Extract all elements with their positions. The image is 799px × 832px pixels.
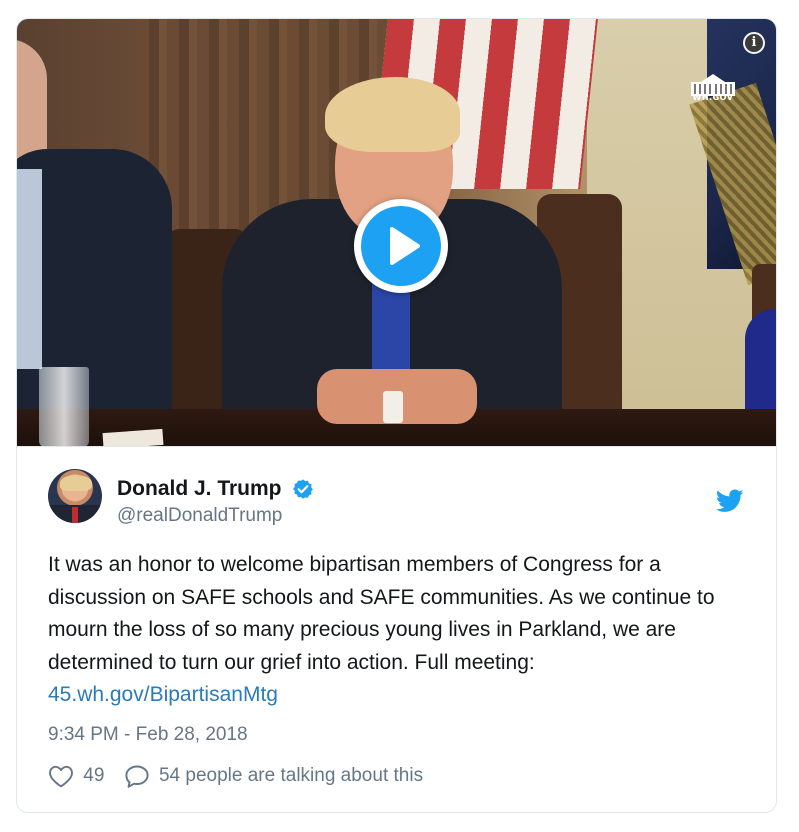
wh-gov-watermark: WH.GOV bbox=[692, 93, 734, 102]
verified-badge-icon bbox=[293, 479, 313, 499]
speech-bubble-icon bbox=[125, 765, 149, 788]
author-name[interactable]: Donald J. Trump bbox=[117, 477, 282, 501]
avatar-hair bbox=[60, 475, 92, 491]
tweet-timestamp[interactable]: 9:34 PM - Feb 28, 2018 bbox=[48, 724, 248, 746]
tweet-body: It was an honor to welcome bipartisan me… bbox=[48, 553, 715, 674]
tweet-text: It was an honor to welcome bipartisan me… bbox=[48, 549, 758, 712]
shirt-cuff bbox=[383, 391, 403, 423]
play-button[interactable] bbox=[354, 199, 448, 293]
info-icon[interactable]: i bbox=[743, 32, 765, 54]
video-player[interactable]: WH.GOV i bbox=[17, 19, 776, 447]
avatar-tie bbox=[72, 507, 78, 523]
water-glass bbox=[39, 367, 89, 446]
like-action[interactable]: 49 bbox=[48, 764, 104, 788]
author-handle[interactable]: @realDonaldTrump bbox=[117, 505, 282, 527]
conversation-action[interactable]: 54 people are talking about this bbox=[124, 764, 423, 788]
avatar[interactable] bbox=[48, 469, 102, 523]
info-glyph: i bbox=[751, 35, 757, 50]
like-count: 49 bbox=[83, 765, 105, 786]
person-left-shirt bbox=[17, 169, 42, 369]
papers bbox=[102, 428, 164, 446]
play-icon bbox=[361, 206, 441, 286]
embedded-tweet-card: WH.GOV i Donald J. Trump @realDonaldTrum… bbox=[16, 18, 777, 813]
author-name-row[interactable]: Donald J. Trump bbox=[117, 477, 314, 505]
heart-icon bbox=[49, 765, 73, 788]
twitter-bird-icon[interactable] bbox=[716, 489, 744, 513]
tweet-link[interactable]: 45.wh.gov/BipartisanMtg bbox=[48, 683, 278, 706]
person-center-hair bbox=[325, 77, 460, 152]
tweet-stats: 49 54 people are talking about this bbox=[48, 764, 423, 794]
tweet-header: Donald J. Trump @realDonaldTrump bbox=[17, 447, 776, 537]
talking-count: 54 people are talking about this bbox=[158, 765, 424, 786]
